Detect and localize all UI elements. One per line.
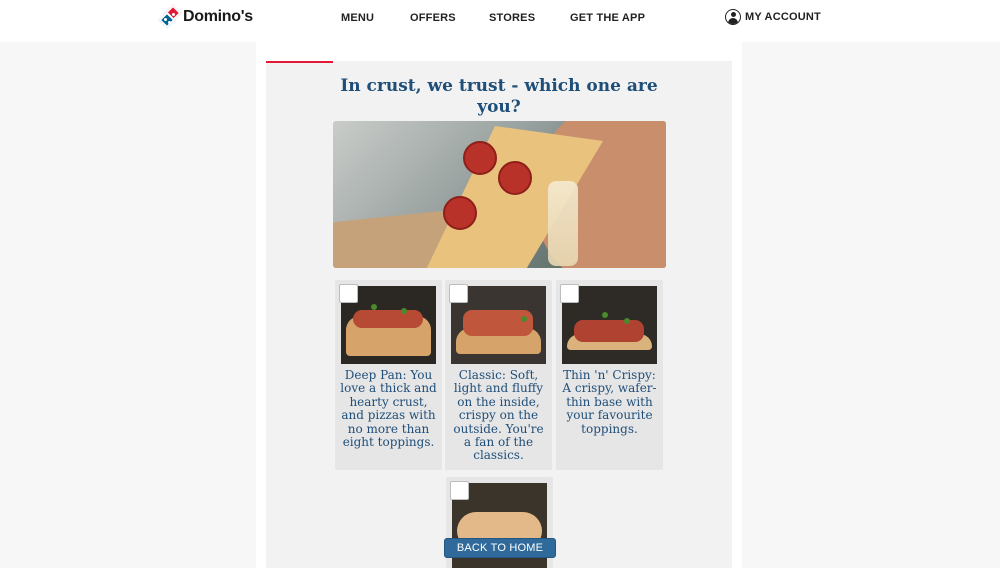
checkbox-icon[interactable] bbox=[449, 284, 468, 303]
option-deep-pan[interactable]: Deep Pan: You love a thick and hearty cr… bbox=[335, 280, 442, 470]
nav-item-offers[interactable]: OFFERS bbox=[410, 12, 456, 24]
nav-item-stores[interactable]: STORES bbox=[489, 12, 535, 24]
account-icon bbox=[725, 9, 741, 25]
nav-item-menu[interactable]: MENU bbox=[341, 12, 374, 24]
nav-item-get-the-app[interactable]: GET THE APP bbox=[570, 12, 645, 24]
checkbox-icon[interactable] bbox=[339, 284, 358, 303]
hero-image bbox=[333, 121, 666, 268]
checkbox-icon[interactable] bbox=[450, 481, 469, 500]
my-account-link[interactable]: MY ACCOUNT bbox=[725, 9, 821, 25]
back-to-home-button[interactable]: BACK TO HOME bbox=[444, 538, 556, 558]
option-description: Deep Pan: You love a thick and hearty cr… bbox=[340, 368, 437, 450]
my-account-label: MY ACCOUNT bbox=[745, 11, 821, 23]
main-nav: MENU OFFERS STORES GET THE APP bbox=[0, 12, 1000, 26]
progress-indicator bbox=[266, 61, 333, 63]
option-thin-n-crispy[interactable]: Thin 'n' Crispy: A crispy, wafer-thin ba… bbox=[556, 280, 663, 470]
option-description: Classic: Soft, light and fluffy on the i… bbox=[453, 368, 544, 463]
checkbox-icon[interactable] bbox=[560, 284, 579, 303]
site-header: Domino's MENU OFFERS STORES GET THE APP … bbox=[0, 0, 1000, 42]
option-description: Thin 'n' Crispy: A crispy, wafer-thin ba… bbox=[562, 368, 657, 436]
option-classic[interactable]: Classic: Soft, light and fluffy on the i… bbox=[445, 280, 552, 470]
quiz-title: In crust, we trust - which one are you? bbox=[340, 76, 658, 117]
